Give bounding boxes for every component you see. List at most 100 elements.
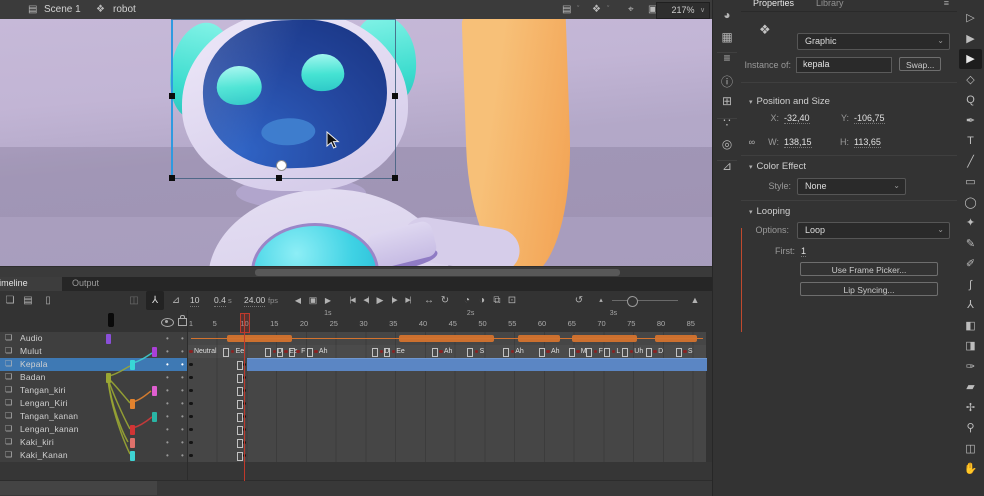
shrink-frames-icon[interactable]: ▴ bbox=[594, 291, 608, 310]
layer-row-mulut[interactable]: ❏Mulut•• bbox=[0, 345, 188, 359]
keyframe-dot[interactable] bbox=[189, 428, 193, 432]
bone-tool[interactable]: ⅄ bbox=[959, 295, 982, 315]
layer-visibility-dot[interactable]: • bbox=[166, 427, 169, 433]
layer-lock-dot[interactable]: • bbox=[181, 388, 184, 394]
layer-name[interactable]: Kaki_kiri bbox=[20, 437, 54, 447]
timeline-zoom-knob[interactable] bbox=[627, 296, 638, 307]
go-first-frame-icon[interactable]: |◀ bbox=[345, 291, 359, 310]
layer-row-kaki_kiri[interactable]: ❏Kaki_kiri•• bbox=[0, 436, 188, 450]
edit-scene-icon[interactable]: ▤ bbox=[562, 0, 571, 19]
keyframe-dot[interactable] bbox=[189, 376, 193, 380]
reset-timeline-zoom-icon[interactable]: ↺ bbox=[572, 291, 586, 310]
frames-grid[interactable]: NeutralEeDEeFAhDEeAhSAhAhMFLUhDS bbox=[188, 332, 712, 462]
keyframe-dot[interactable] bbox=[612, 350, 616, 354]
step-forward-icon[interactable]: ▶ bbox=[321, 291, 335, 310]
transform-point[interactable] bbox=[276, 160, 287, 171]
x-value[interactable]: -32,40 bbox=[784, 113, 810, 124]
hand-tool[interactable]: ✋ bbox=[959, 459, 982, 479]
pin-tool[interactable]: ⚲ bbox=[959, 418, 982, 438]
layer-lock-dot[interactable]: • bbox=[181, 427, 184, 433]
keyframe-dot[interactable] bbox=[576, 350, 580, 354]
prev-keyframe-icon[interactable]: ◀| bbox=[359, 291, 373, 310]
transform-handle-mid-left[interactable] bbox=[169, 93, 175, 99]
parent-swatch-kaki_kiri[interactable] bbox=[130, 438, 135, 448]
panel-menu-icon[interactable]: ≡ bbox=[944, 0, 949, 8]
edit-scene-caret-icon[interactable]: ˇ bbox=[577, 0, 579, 19]
keyframe-dot[interactable] bbox=[380, 350, 384, 354]
layer-lock-dot[interactable]: • bbox=[181, 336, 184, 342]
keyframe-dot[interactable] bbox=[314, 350, 318, 354]
frame-row-tangan_kanan[interactable] bbox=[188, 410, 706, 424]
frame-row-tangan_kiri[interactable] bbox=[188, 384, 706, 398]
creative-cloud-icon[interactable]: ◎ bbox=[713, 137, 741, 151]
keyframe-dot[interactable] bbox=[189, 415, 193, 419]
tab-output[interactable]: Output bbox=[62, 277, 109, 291]
center-frame-icon[interactable]: ▣ bbox=[306, 291, 320, 310]
keyframe-dot[interactable] bbox=[231, 350, 235, 354]
layer-visibility-dot[interactable]: • bbox=[166, 453, 169, 459]
layer-name[interactable]: Audio bbox=[20, 333, 43, 343]
keyframe-dot[interactable] bbox=[630, 350, 634, 354]
link-dimensions-icon[interactable]: ∞ bbox=[743, 137, 755, 147]
layer-name[interactable]: Lengan_Kiri bbox=[20, 398, 68, 408]
timeline-zoom-slider[interactable] bbox=[612, 300, 678, 301]
layer-row-tangan_kanan[interactable]: ❏Tangan_kanan•• bbox=[0, 410, 188, 424]
edit-symbol-caret-icon[interactable]: ˇ bbox=[607, 0, 609, 19]
onion-skin-icon[interactable]: ◔ bbox=[460, 291, 474, 310]
keyframe-dot[interactable] bbox=[511, 350, 515, 354]
layer-visibility-dot[interactable]: • bbox=[166, 362, 169, 368]
transform-handle-bottom-left[interactable] bbox=[169, 175, 175, 181]
selected-frame-span[interactable] bbox=[247, 358, 707, 371]
keyframe-dot[interactable] bbox=[189, 454, 193, 458]
tab-library[interactable]: Library bbox=[816, 0, 844, 8]
graph-view-icon[interactable]: ⊿ bbox=[168, 291, 184, 310]
canvas-scrollbar-thumb[interactable] bbox=[255, 269, 620, 276]
rectangle-tool[interactable]: ▭ bbox=[959, 172, 982, 192]
frame-rate-value[interactable]: 24.00 bbox=[244, 295, 265, 307]
lasso-tool[interactable]: Q bbox=[959, 90, 982, 110]
step-back-icon[interactable]: ◀ bbox=[291, 291, 305, 310]
layer-visibility-dot[interactable]: • bbox=[166, 414, 169, 420]
zoom-caret-icon[interactable]: ∨ bbox=[700, 1, 705, 20]
canvas-horizontal-scrollbar[interactable] bbox=[0, 266, 712, 277]
delete-layer-icon[interactable]: ▯ bbox=[40, 291, 56, 310]
frame-ruler[interactable]: 15101520253035404550556065707580851s2s3s bbox=[188, 310, 712, 333]
lip-syncing-button[interactable]: Lip Syncing... bbox=[800, 282, 938, 296]
go-last-frame-icon[interactable]: ▶| bbox=[401, 291, 415, 310]
keyframe-dot[interactable] bbox=[439, 350, 443, 354]
style-dropdown[interactable]: None ⌄ bbox=[797, 178, 906, 195]
layer-lock-dot[interactable]: • bbox=[181, 414, 184, 420]
layer-lock-dot[interactable]: • bbox=[181, 362, 184, 368]
frame-row-lengan_kanan[interactable] bbox=[188, 423, 706, 437]
camera-tool[interactable]: ◫ bbox=[959, 439, 982, 459]
enlarge-frames-icon[interactable]: ▲ bbox=[688, 291, 702, 310]
h-value[interactable]: 113,65 bbox=[854, 137, 881, 148]
transform-handle-bottom-center[interactable] bbox=[276, 175, 282, 181]
layer-visibility-dot[interactable]: • bbox=[166, 336, 169, 342]
align-panel-icon[interactable]: ≡ bbox=[713, 51, 741, 65]
layer-visibility-dot[interactable]: • bbox=[166, 401, 169, 407]
first-value[interactable]: 1 bbox=[801, 246, 806, 257]
keyframe-dot[interactable] bbox=[392, 350, 396, 354]
keyframe-dot[interactable] bbox=[284, 350, 288, 354]
edit-multiple-frames-icon[interactable]: ⧉ bbox=[490, 291, 504, 310]
keyframe-dot[interactable] bbox=[189, 441, 193, 445]
stage-canvas[interactable] bbox=[0, 19, 712, 277]
keyframe-dot[interactable] bbox=[546, 350, 550, 354]
paint-bucket-tool[interactable]: ◧ bbox=[959, 316, 982, 336]
loop-icon[interactable]: ↔ bbox=[422, 291, 436, 310]
onion-outline-icon[interactable]: ◑ bbox=[475, 291, 489, 310]
layer-name[interactable]: Tangan_kiri bbox=[20, 385, 66, 395]
new-folder-icon[interactable]: ▤ bbox=[20, 291, 36, 310]
frame-row-kaki_kiri[interactable] bbox=[188, 436, 706, 450]
frame-row-badan[interactable] bbox=[188, 371, 706, 385]
text-tool[interactable]: T bbox=[959, 131, 982, 151]
parent-swatch-badan[interactable] bbox=[106, 373, 111, 383]
ink-bottle-tool[interactable]: ◨ bbox=[959, 336, 982, 356]
layer-lock-dot[interactable]: • bbox=[181, 349, 184, 355]
parenting-view-icon[interactable]: ⅄ bbox=[146, 291, 164, 310]
keyframe-dot[interactable] bbox=[683, 350, 687, 354]
transform-handle-mid-right[interactable] bbox=[392, 93, 398, 99]
free-transform-selection-box[interactable] bbox=[171, 19, 396, 179]
breadcrumb-scene[interactable]: Scene 1 bbox=[44, 0, 81, 19]
